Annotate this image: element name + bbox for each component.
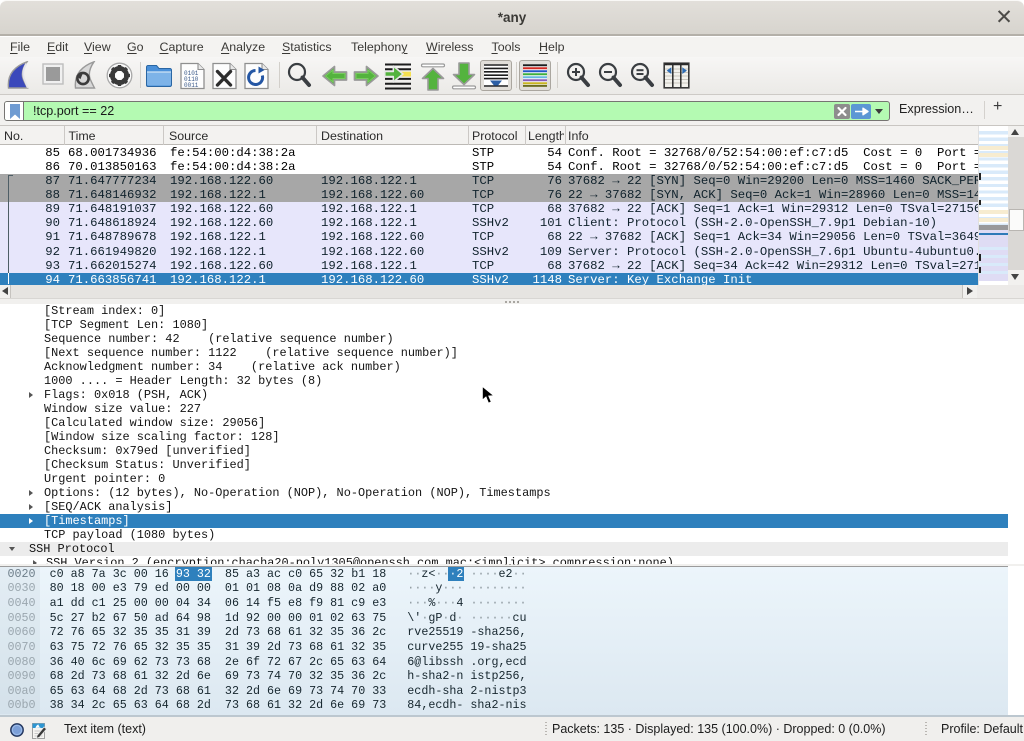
svg-text:0011: 0011 <box>184 82 199 89</box>
